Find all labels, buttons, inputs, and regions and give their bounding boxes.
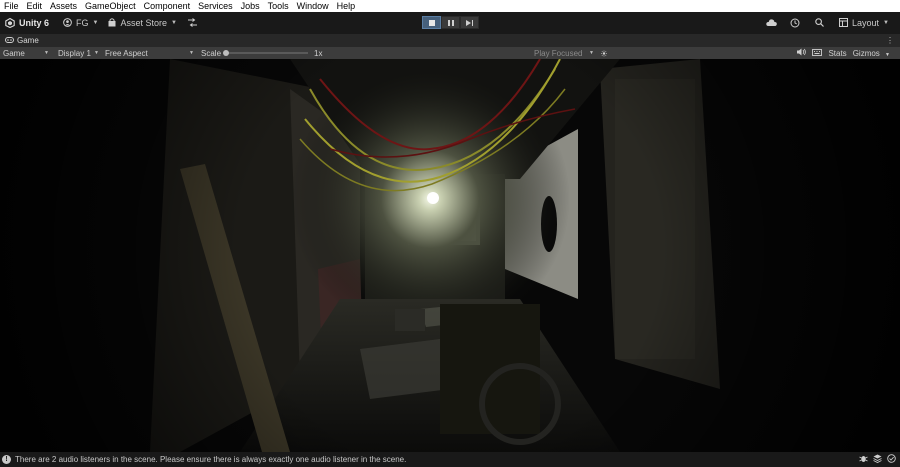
stats-toggle[interactable]: Stats bbox=[828, 49, 846, 58]
game-scene-render bbox=[0, 59, 900, 452]
layers-icon[interactable] bbox=[873, 454, 882, 465]
chevron-down-icon: ▼ bbox=[885, 51, 890, 58]
layout-label: Layout bbox=[852, 17, 880, 28]
chevron-down-icon: ▼ bbox=[189, 50, 194, 56]
version-control-icon bbox=[187, 18, 197, 27]
search-button[interactable] bbox=[807, 18, 831, 27]
aspect-dropdown[interactable]: Free Aspect ▼ bbox=[102, 47, 197, 59]
chevron-down-icon: ▼ bbox=[589, 50, 594, 56]
menu-bar: File Edit Assets GameObject Component Se… bbox=[0, 0, 900, 12]
keyboard-icon bbox=[812, 48, 823, 56]
unity-product-button[interactable]: Unity 6 bbox=[0, 12, 54, 33]
scale-slider-track[interactable] bbox=[227, 52, 308, 54]
more-options-icon[interactable]: ⋮ bbox=[886, 34, 894, 47]
display-dropdown[interactable]: Display 1 ▼ bbox=[55, 47, 102, 59]
account-name: FG bbox=[76, 17, 89, 28]
chevron-down-icon: ▼ bbox=[44, 50, 49, 56]
menu-assets[interactable]: Assets bbox=[46, 0, 81, 12]
stop-button[interactable] bbox=[422, 16, 441, 29]
chevron-down-icon: ▼ bbox=[92, 19, 99, 26]
game-toolbar-right: Stats Gizmos ▼ bbox=[797, 47, 890, 59]
debug-mode-icon[interactable] bbox=[859, 454, 868, 465]
search-icon bbox=[814, 18, 824, 27]
speaker-icon bbox=[797, 48, 807, 56]
view-mode-dropdown[interactable]: Game ▼ bbox=[0, 47, 52, 59]
tab-row: Game bbox=[0, 34, 900, 47]
audio-mute-button[interactable] bbox=[797, 48, 807, 58]
display-label: Display 1 bbox=[58, 48, 91, 58]
keyboard-shortcut-button[interactable] bbox=[812, 48, 823, 58]
menu-edit[interactable]: Edit bbox=[23, 0, 47, 12]
view-mode-label: Game bbox=[3, 48, 25, 58]
menu-component[interactable]: Component bbox=[140, 0, 195, 12]
pause-icon bbox=[447, 19, 454, 26]
cloud-button[interactable] bbox=[759, 19, 783, 26]
menu-help[interactable]: Help bbox=[333, 0, 360, 12]
cloud-icon bbox=[765, 19, 777, 26]
chevron-down-icon: ▼ bbox=[171, 19, 177, 26]
scale-label: Scale bbox=[201, 48, 222, 58]
play-controls bbox=[422, 16, 479, 29]
undo-history-button[interactable] bbox=[783, 18, 807, 28]
status-bar-right bbox=[859, 452, 896, 467]
menu-services[interactable]: Services bbox=[194, 0, 237, 12]
scale-slider-handle[interactable] bbox=[223, 50, 229, 56]
shopping-bag-icon bbox=[108, 18, 116, 27]
play-mode-label: Play Focused bbox=[534, 48, 583, 58]
game-viewport[interactable] bbox=[0, 59, 900, 452]
play-mode-dropdown[interactable]: Play Focused ▼ bbox=[531, 47, 597, 59]
unity-logo-icon bbox=[5, 17, 15, 28]
game-view-toolbar: Game ▼ Display 1 ▼ Free Aspect ▼ Scale 1… bbox=[0, 47, 900, 59]
step-button[interactable] bbox=[460, 16, 479, 29]
layout-dropdown[interactable]: Layout ▼ bbox=[831, 12, 894, 33]
chevron-down-icon: ▼ bbox=[94, 50, 99, 56]
account-dropdown[interactable]: FG ▼ bbox=[58, 12, 103, 33]
tab-game[interactable]: Game bbox=[0, 36, 39, 45]
pause-button[interactable] bbox=[441, 16, 460, 29]
gamepad-icon bbox=[5, 36, 14, 45]
gizmos-label: Gizmos bbox=[852, 48, 880, 58]
tab-game-label: Game bbox=[17, 36, 39, 45]
layout-icon bbox=[839, 18, 849, 27]
stop-icon bbox=[428, 19, 435, 26]
status-bar: ! There are 2 audio listeners in the sce… bbox=[0, 452, 900, 467]
chevron-down-icon: ▼ bbox=[883, 19, 889, 26]
history-icon bbox=[790, 18, 800, 27]
aspect-label: Free Aspect bbox=[105, 48, 148, 58]
toolbar-right: Layout ▼ bbox=[759, 12, 894, 33]
info-icon: ! bbox=[2, 455, 11, 464]
product-name: Unity 6 bbox=[19, 17, 50, 28]
menu-window[interactable]: Window bbox=[293, 0, 333, 12]
progress-check-icon[interactable] bbox=[887, 454, 896, 465]
menu-file[interactable]: File bbox=[0, 0, 23, 12]
scale-value: 1x bbox=[314, 48, 323, 58]
gizmos-dropdown[interactable]: Gizmos ▼ bbox=[853, 49, 890, 58]
sun-icon[interactable] bbox=[598, 47, 610, 59]
asset-store-label: Asset Store bbox=[120, 17, 167, 28]
menu-tools[interactable]: Tools bbox=[264, 0, 293, 12]
menu-jobs[interactable]: Jobs bbox=[237, 0, 264, 12]
console-message[interactable]: There are 2 audio listeners in the scene… bbox=[15, 455, 406, 464]
version-control-button[interactable] bbox=[182, 12, 203, 33]
asset-store-dropdown[interactable]: Asset Store ▼ bbox=[103, 12, 181, 33]
step-icon bbox=[466, 19, 473, 26]
account-icon bbox=[63, 18, 72, 27]
menu-gameobject[interactable]: GameObject bbox=[81, 0, 140, 12]
